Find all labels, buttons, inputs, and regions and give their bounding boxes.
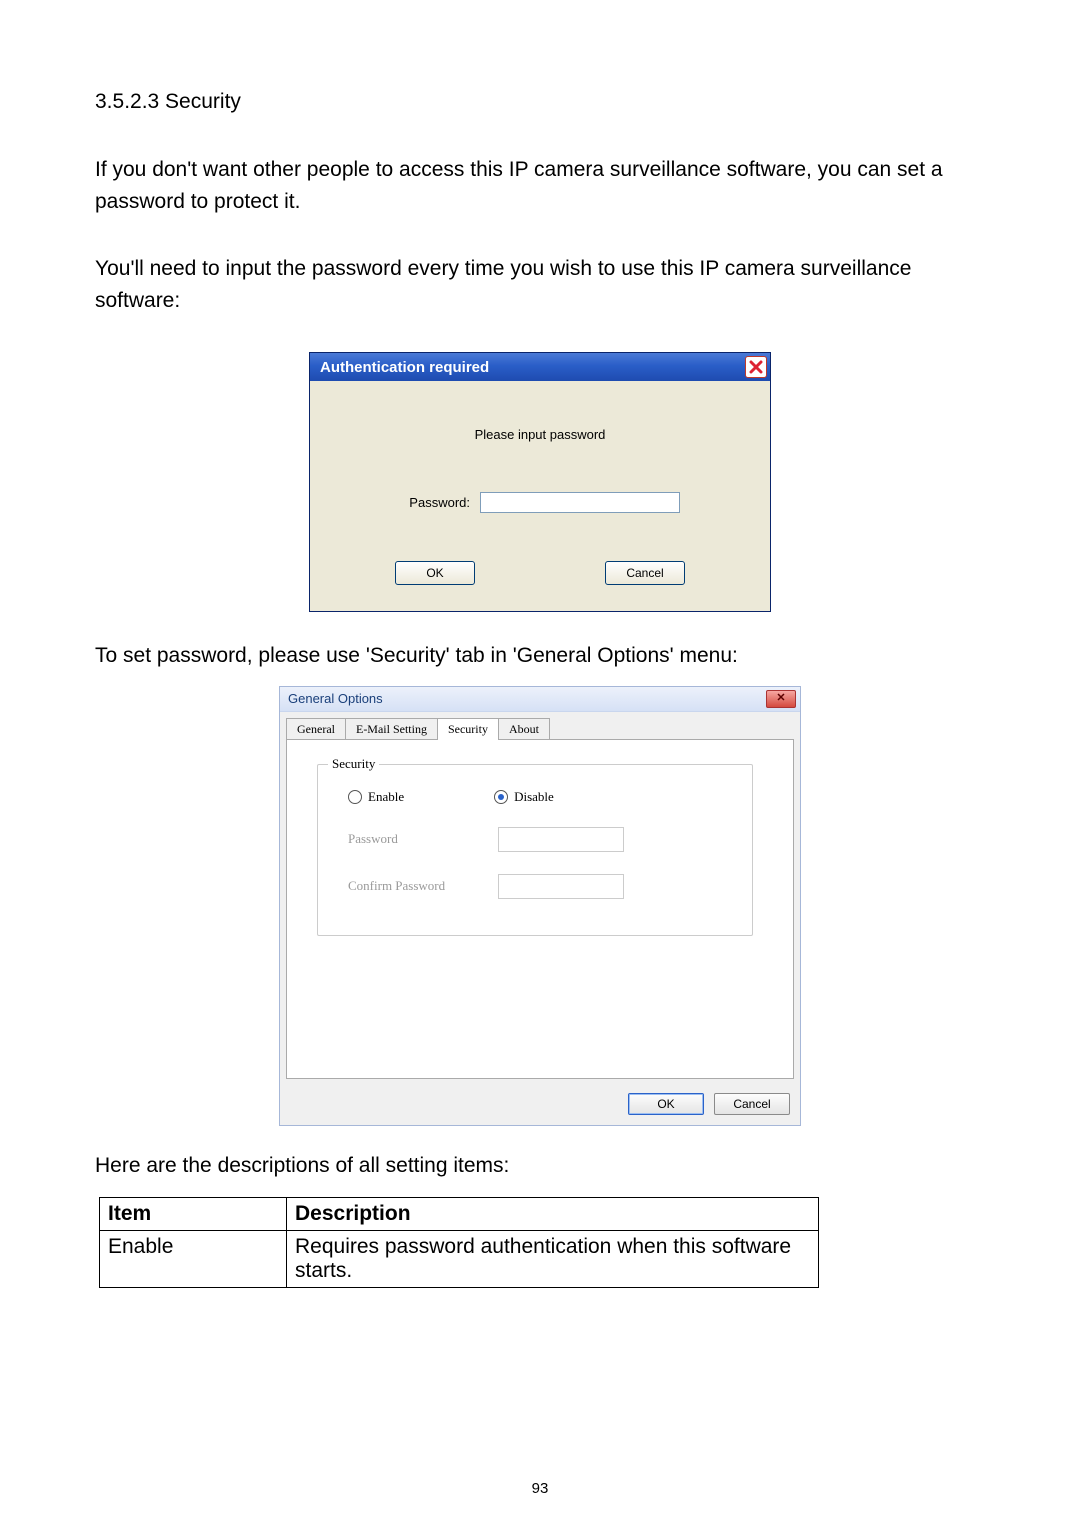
page-number: 93 bbox=[0, 1480, 1080, 1497]
settings-description-table: Item Description Enable Requires passwor… bbox=[99, 1197, 819, 1288]
auth-dialog: Authentication required Please input pas… bbox=[309, 352, 771, 612]
dialog-footer: OK Cancel bbox=[280, 1085, 800, 1125]
table-cell-item: Enable bbox=[100, 1231, 287, 1288]
tab-panel-security: Security Enable Disable Password bbox=[286, 739, 794, 1079]
auth-prompt: Please input password bbox=[330, 427, 750, 442]
close-icon[interactable]: ✕ bbox=[766, 690, 796, 708]
cancel-button[interactable]: Cancel bbox=[714, 1093, 790, 1115]
go-title: General Options bbox=[288, 691, 383, 706]
password-label: Password: bbox=[400, 495, 470, 510]
cancel-button[interactable]: Cancel bbox=[605, 561, 685, 585]
auth-title: Authentication required bbox=[320, 359, 489, 376]
password-input[interactable] bbox=[480, 492, 680, 513]
paragraph: To set password, please use 'Security' t… bbox=[95, 640, 985, 672]
radio-icon bbox=[494, 790, 508, 804]
table-cell-description: Requires password authentication when th… bbox=[287, 1231, 819, 1288]
table-header-item: Item bbox=[100, 1198, 287, 1231]
paragraph: If you don't want other people to access… bbox=[95, 154, 985, 217]
radio-icon bbox=[348, 790, 362, 804]
table-header-description: Description bbox=[287, 1198, 819, 1231]
tab-email-setting[interactable]: E-Mail Setting bbox=[345, 718, 438, 740]
go-titlebar: General Options ✕ bbox=[280, 687, 800, 712]
radio-enable[interactable]: Enable bbox=[348, 789, 404, 805]
close-icon[interactable] bbox=[745, 356, 767, 378]
password-label: Password bbox=[348, 831, 498, 847]
auth-titlebar: Authentication required bbox=[310, 353, 770, 381]
auth-body: Please input password Password: OK Cance… bbox=[310, 381, 770, 611]
document-page: 3.5.2.3 Security If you don't want other… bbox=[0, 0, 1080, 1527]
radio-enable-label: Enable bbox=[368, 789, 404, 805]
radio-disable[interactable]: Disable bbox=[494, 789, 554, 805]
paragraph: You'll need to input the password every … bbox=[95, 253, 985, 316]
table-row: Enable Requires password authentication … bbox=[100, 1231, 819, 1288]
tab-strip: General E-Mail Setting Security About bbox=[280, 712, 800, 740]
password-field[interactable] bbox=[498, 827, 624, 852]
general-options-dialog: General Options ✕ General E-Mail Setting… bbox=[279, 686, 801, 1126]
paragraph: Here are the descriptions of all setting… bbox=[95, 1150, 985, 1182]
confirm-password-field[interactable] bbox=[498, 874, 624, 899]
confirm-password-label: Confirm Password bbox=[348, 878, 498, 894]
tab-about[interactable]: About bbox=[498, 718, 550, 740]
fieldset-legend: Security bbox=[328, 756, 379, 772]
ok-button[interactable]: OK bbox=[395, 561, 475, 585]
tab-general[interactable]: General bbox=[286, 718, 346, 740]
security-fieldset: Security Enable Disable Password bbox=[317, 764, 753, 936]
tab-security[interactable]: Security bbox=[437, 718, 499, 740]
ok-button[interactable]: OK bbox=[628, 1093, 704, 1115]
table-header-row: Item Description bbox=[100, 1198, 819, 1231]
section-heading: 3.5.2.3 Security bbox=[95, 90, 985, 114]
radio-disable-label: Disable bbox=[514, 789, 554, 805]
